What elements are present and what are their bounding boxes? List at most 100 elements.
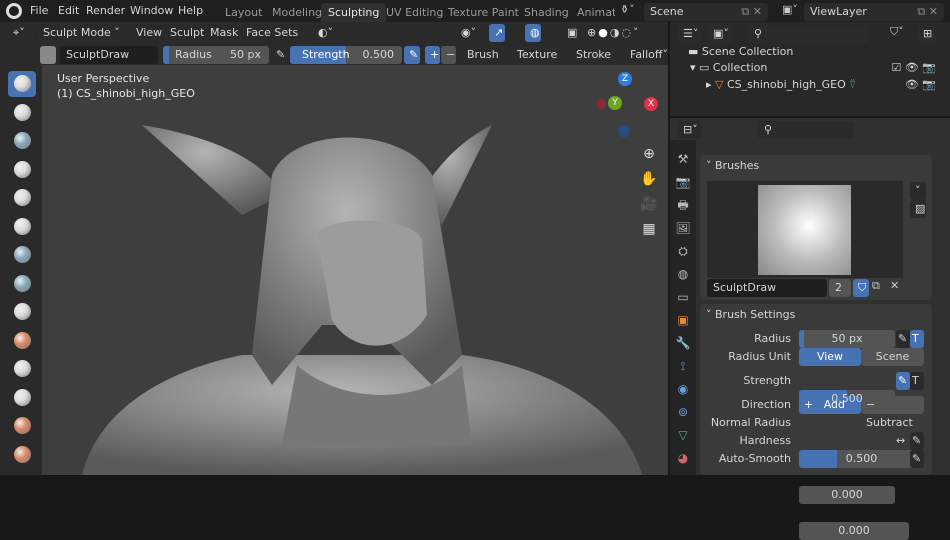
shading-modes[interactable]: ⊕●◑◌˅: [582, 24, 664, 42]
radius-unit-view[interactable]: View: [799, 348, 861, 366]
xray-icon[interactable]: ▣: [562, 24, 578, 42]
invert-hardness-icon[interactable]: ↔: [896, 434, 905, 447]
view-layer-name: ViewLayer: [810, 5, 867, 18]
outliner-editor-icon[interactable]: ☰˅: [678, 25, 702, 43]
brush-name-field[interactable]: SculptDraw: [60, 46, 158, 64]
brush-dropdown[interactable]: Brush ˅: [462, 46, 506, 79]
tab-animation[interactable]: Animati: [570, 3, 615, 22]
overlay-shading-icon[interactable]: ◐˅: [313, 24, 339, 42]
camera-icon[interactable]: 🎥: [638, 192, 660, 217]
direction-subtract[interactable]: − Subtract: [861, 396, 924, 429]
sculpt-tool-12-icon[interactable]: [8, 385, 36, 411]
brush-image-icon[interactable]: ▨: [910, 200, 926, 218]
hardness-pressure-icon[interactable]: ✎: [910, 432, 924, 450]
brush-list-dropdown-icon[interactable]: ˅: [910, 182, 926, 200]
mode-dropdown[interactable]: Sculpt Mode ˅: [38, 24, 126, 42]
scene-icon[interactable]: ⚱˅: [620, 3, 644, 20]
tab-uv-editing[interactable]: UV Editing: [379, 3, 450, 22]
menu-view[interactable]: View: [130, 25, 168, 41]
texture-dropdown-label: Texture: [517, 48, 558, 61]
auto-smooth-pressure-icon[interactable]: ✎: [910, 450, 924, 468]
sculpt-tool-3-icon[interactable]: [8, 128, 36, 154]
stroke-dropdown[interactable]: Stroke ˅: [571, 46, 621, 79]
object-row[interactable]: ▸ ▽ CS_shinobi_high_GEO ⍢ 👁 📷: [706, 78, 936, 92]
sculpt-tool-2-icon[interactable]: [8, 100, 36, 126]
view-layer-icon[interactable]: ▣˅: [782, 3, 806, 16]
radius-slider[interactable]: Radius 50 px: [163, 46, 269, 64]
menu-file[interactable]: File: [24, 3, 54, 19]
collection-row[interactable]: ▾ ▭ Collection ☑ 👁 📷: [690, 61, 936, 74]
y-axis[interactable]: Y: [608, 96, 622, 110]
display-mode-icon[interactable]: ▣˅: [708, 25, 732, 43]
tab-modeling[interactable]: Modeling: [265, 3, 329, 22]
neg-x-axis[interactable]: [596, 99, 606, 109]
radius-unified-icon[interactable]: T: [910, 330, 924, 348]
z-axis[interactable]: Z: [618, 72, 632, 86]
sculpt-tool-10-icon[interactable]: [8, 328, 36, 354]
tab-shading[interactable]: Shading: [517, 3, 576, 22]
tab-layout[interactable]: Layout: [218, 3, 269, 22]
sculpt-tool-4-icon[interactable]: [8, 157, 36, 183]
editor-type-icon[interactable]: ⌖˅: [8, 24, 34, 42]
brush-name-datablock[interactable]: SculptDraw: [707, 279, 827, 297]
menu-face-sets[interactable]: Face Sets: [240, 25, 304, 41]
pan-hand-icon[interactable]: ✋: [638, 167, 660, 192]
overlays-toggle-icon[interactable]: ◍: [525, 24, 541, 42]
normal-radius-slider[interactable]: 0.500: [799, 450, 924, 468]
brush-settings-header[interactable]: ˅ Brush Settings: [706, 308, 795, 321]
add-direction-icon[interactable]: +: [425, 46, 440, 64]
radius-pressure-icon[interactable]: ✎: [896, 330, 910, 348]
radius-value: 50 px: [230, 48, 261, 61]
properties-editor-icon[interactable]: ⊟˅: [678, 121, 702, 139]
brush-thumbnail-icon[interactable]: [40, 46, 56, 64]
tab-sculpting[interactable]: Sculpting: [321, 3, 387, 22]
visibility-toggles[interactable]: ☑ 👁 📷: [891, 61, 936, 74]
sculpt-tool-14-icon[interactable]: [8, 442, 36, 468]
neg-z-axis[interactable]: [618, 125, 630, 137]
outliner-search[interactable]: ⚲: [748, 25, 868, 43]
sculpt-tool-11-icon[interactable]: [8, 356, 36, 382]
sculpt-tool-8-icon[interactable]: [8, 271, 36, 297]
new-collection-icon[interactable]: ⊞: [918, 25, 936, 43]
blender-logo-icon[interactable]: [6, 3, 22, 19]
menu-help[interactable]: Help: [172, 3, 209, 19]
hardness-slider[interactable]: 0.000: [799, 486, 895, 504]
sculpt-tool-13-icon[interactable]: [8, 413, 36, 439]
duplicate-brush-icon[interactable]: ⧉: [872, 279, 880, 293]
tab-texture-paint[interactable]: Texture Paint: [441, 3, 526, 22]
texture-dropdown[interactable]: Texture ˅: [512, 46, 566, 79]
viewport-3d[interactable]: [42, 65, 668, 475]
strength-pressure-icon[interactable]: ✎: [404, 46, 420, 64]
strength-unified-icon[interactable]: T: [910, 372, 924, 390]
brushes-header[interactable]: ˅ Brushes: [706, 159, 759, 172]
view-layer-field[interactable]: ViewLayer ⧉ ✕: [804, 3, 944, 21]
visibility-icon[interactable]: ◉˅: [456, 24, 484, 42]
sculpt-tool-6-icon[interactable]: [8, 214, 36, 240]
gizmo-toggle-icon[interactable]: ↗: [489, 24, 505, 42]
scene-collection-row[interactable]: ▬ Scene Collection: [688, 45, 793, 58]
sculpt-tool-9-icon[interactable]: [8, 299, 36, 325]
brush-preview-box[interactable]: [707, 181, 903, 278]
radius-setting-slider[interactable]: 50 px: [799, 330, 895, 348]
zoom-icon[interactable]: ⊕: [638, 142, 660, 167]
unlink-brush-icon[interactable]: ✕: [890, 279, 899, 292]
grid-icon[interactable]: ▦: [638, 217, 660, 242]
scene-field[interactable]: Scene ⧉ ✕: [644, 3, 768, 21]
radius-unit-scene[interactable]: Scene: [861, 348, 924, 366]
filter-icon[interactable]: ⛉˅: [890, 25, 904, 39]
menu-mask[interactable]: Mask: [204, 25, 244, 41]
subtract-direction-icon[interactable]: −: [441, 46, 456, 64]
falloff-dropdown[interactable]: Falloff˅: [625, 46, 668, 64]
sculpt-tool-7-icon[interactable]: [8, 242, 36, 268]
auto-smooth-slider[interactable]: 0.000: [799, 522, 909, 540]
brush-users-count[interactable]: 2: [829, 279, 851, 297]
sculpt-tool-5-icon[interactable]: [8, 185, 36, 211]
navigation-gizmo[interactable]: Z Y X: [596, 72, 660, 142]
strength-slider[interactable]: Strength 0.500: [290, 46, 402, 64]
sculpt-tool-1-icon[interactable]: [8, 71, 36, 97]
x-axis[interactable]: X: [644, 97, 658, 111]
strength-pressure-toggle-icon[interactable]: ✎: [896, 372, 910, 390]
fake-user-shield-icon[interactable]: ⛉: [853, 279, 869, 297]
properties-search[interactable]: ⚲: [758, 121, 854, 139]
pressure-icon[interactable]: ✎: [271, 46, 287, 64]
